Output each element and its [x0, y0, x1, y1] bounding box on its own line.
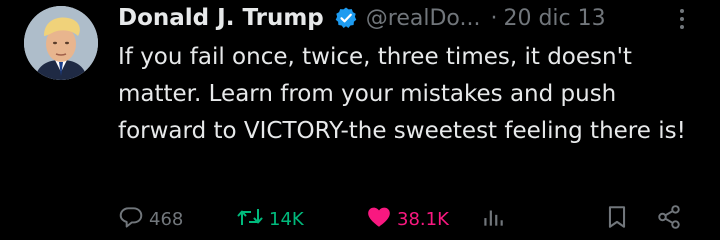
avatar[interactable] [24, 6, 98, 80]
more-icon[interactable] [672, 6, 692, 32]
timestamp[interactable]: 20 dic 13 [503, 6, 605, 31]
tweet-text: If you fail once, twice, three times, it… [118, 44, 686, 144]
user-handle[interactable]: @realDo... [366, 6, 481, 31]
heart-icon [366, 204, 392, 235]
reply-count: 468 [149, 208, 184, 230]
share-icon [656, 204, 682, 235]
bookmark-icon [604, 204, 630, 235]
more-dot [680, 17, 684, 21]
share-button[interactable] [656, 202, 682, 236]
like-button[interactable]: 38.1K [366, 202, 449, 236]
bookmark-button[interactable] [604, 202, 630, 236]
more-dot [680, 9, 684, 13]
retweet-button[interactable]: 14K [236, 202, 304, 236]
separator-dot: · [490, 5, 498, 31]
tweet-header: Donald J. Trump @realDo... · 20 dic 13 [118, 1, 700, 35]
more-dot [680, 25, 684, 29]
retweet-icon [236, 204, 264, 235]
views-icon [480, 204, 506, 235]
action-bar: 468 14K 38.1K [118, 202, 690, 236]
display-name[interactable]: Donald J. Trump [118, 5, 324, 31]
like-count: 38.1K [397, 208, 449, 230]
verified-badge-icon[interactable] [334, 6, 358, 30]
views-button[interactable] [480, 202, 506, 236]
retweet-count: 14K [269, 208, 304, 230]
reply-button[interactable]: 468 [118, 202, 183, 236]
reply-icon [118, 204, 144, 235]
